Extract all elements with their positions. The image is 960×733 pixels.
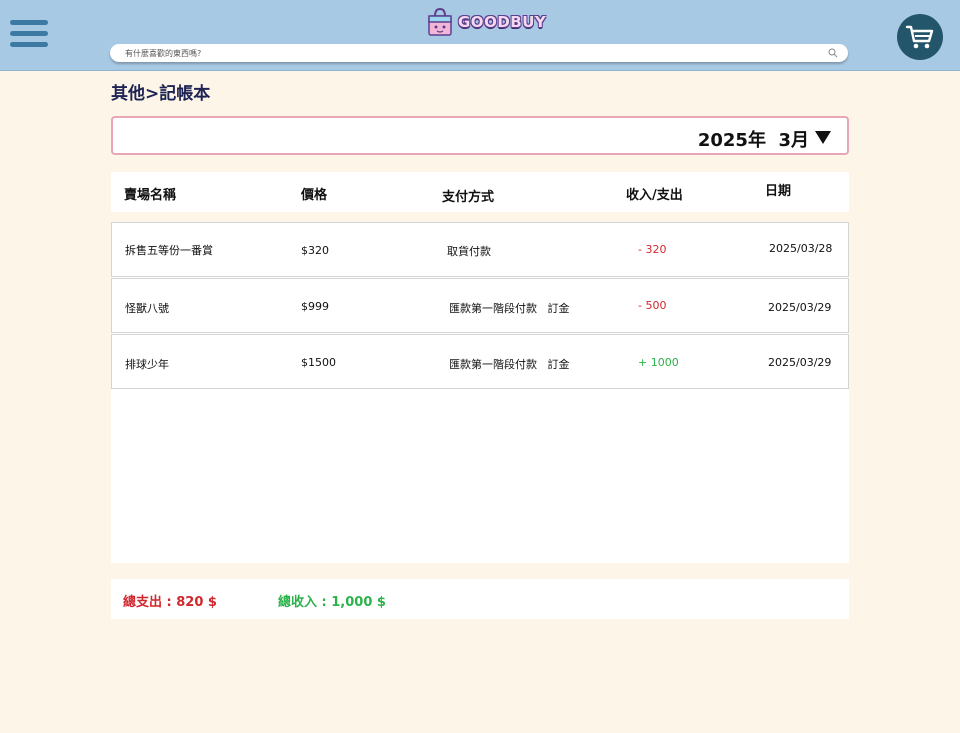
price: $320 (301, 244, 329, 257)
column-header-amount: 收入/支出 (626, 188, 683, 203)
record-date: 2025/03/29 (768, 356, 832, 369)
menu-line (10, 31, 48, 36)
record-list: 拆售五等份一番賞 $320 取貨付款 - 320 2025/03/28 怪獸八號… (111, 222, 849, 563)
store-name: 排球少年 (125, 358, 169, 371)
shopping-cart-icon (905, 25, 934, 49)
store-name: 怪獸八號 (125, 302, 169, 315)
column-header-payment: 支付方式 (442, 190, 495, 205)
total-income: 總收入 : 1,000 $ (278, 595, 386, 610)
table-row[interactable]: 怪獸八號 $999 匯款第一階段付款 訂金 - 500 2025/03/29 (111, 278, 849, 333)
amount-expense: - 320 (638, 243, 667, 256)
column-header-date: 日期 (765, 184, 792, 199)
store-name: 拆售五等份一番賞 (125, 244, 213, 257)
amount-income: + 1000 (638, 356, 679, 369)
table-row[interactable]: 拆售五等份一番賞 $320 取貨付款 - 320 2025/03/28 (111, 222, 849, 277)
search-bar[interactable]: 有什麼喜歡的東西嗎? (110, 44, 848, 62)
payment-method: 匯款第一階段付款 訂金 (449, 358, 570, 371)
search-input[interactable]: 有什麼喜歡的東西嗎? (125, 48, 828, 59)
search-icon[interactable] (828, 48, 838, 58)
breadcrumb: 其他>記帳本 (111, 84, 211, 104)
price: $1500 (301, 356, 336, 369)
payment-method: 取貨付款 (447, 245, 491, 258)
logo-text: GOODBUY (458, 13, 547, 31)
table-row[interactable]: 排球少年 $1500 匯款第一階段付款 訂金 + 1000 2025/03/29 (111, 334, 849, 389)
menu-line (10, 20, 48, 25)
total-expense: 總支出 : 820 $ (123, 595, 217, 610)
selected-month: 2025年 3月 (697, 130, 809, 151)
hamburger-menu-icon[interactable] (10, 20, 48, 50)
logo[interactable]: GOODBUY (426, 6, 546, 38)
top-bar: GOODBUY 有什麼喜歡的東西嗎? (0, 0, 960, 71)
price: $999 (301, 300, 329, 313)
shopping-bag-logo-icon (428, 7, 452, 36)
record-date: 2025/03/29 (768, 301, 832, 314)
amount-expense: - 500 (638, 299, 667, 312)
summary-bar: 總支出 : 820 $ 總收入 : 1,000 $ (111, 579, 849, 619)
cart-button[interactable] (897, 14, 943, 60)
menu-line (10, 42, 48, 47)
column-header-price: 價格 (301, 188, 328, 203)
record-date: 2025/03/28 (769, 242, 833, 255)
table-header: 賣場名稱 價格 支付方式 收入/支出 日期 (111, 172, 849, 212)
payment-method: 匯款第一階段付款 訂金 (449, 302, 570, 315)
dropdown-triangle-icon (815, 131, 831, 144)
column-header-store: 賣場名稱 (124, 188, 177, 203)
month-selector[interactable]: 2025年 3月 (111, 116, 849, 155)
